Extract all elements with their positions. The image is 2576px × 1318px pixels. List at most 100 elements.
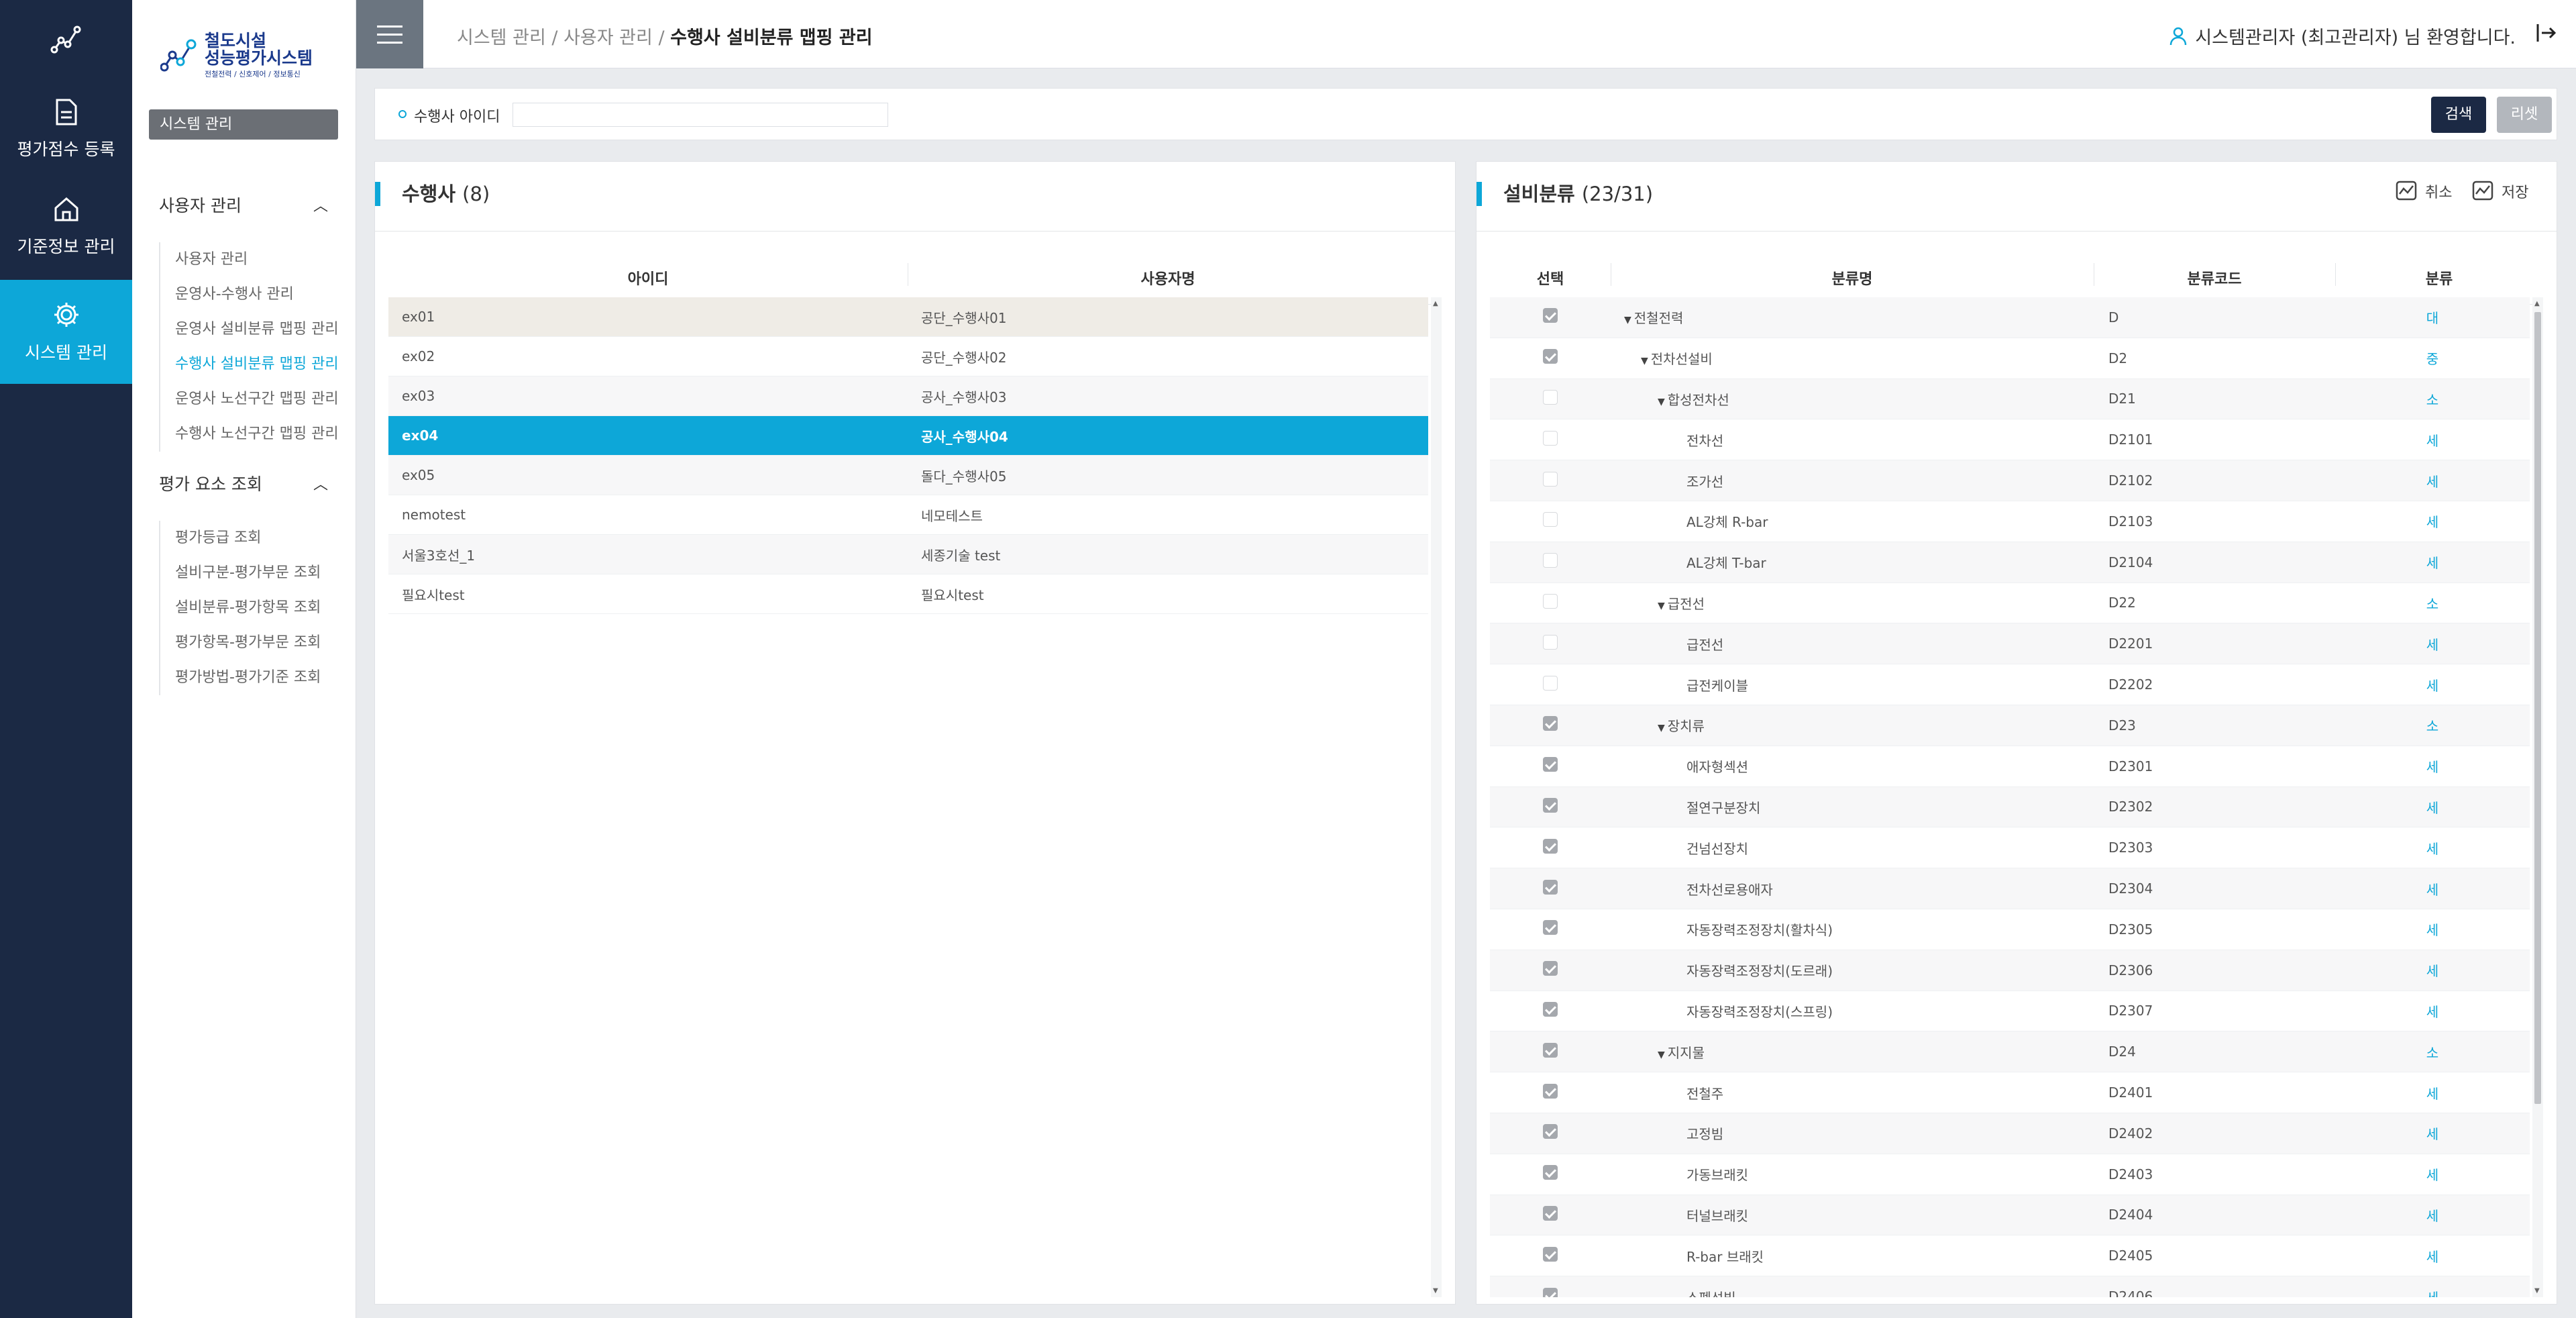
row-checkbox[interactable] [1543,675,1558,691]
tree-row[interactable]: 조가선 D2102 세 [1490,460,2530,501]
menu-section-eval[interactable]: 평가 요소 조회 ︿ [159,471,340,495]
row-checkbox[interactable] [1543,1001,1558,1017]
column-header-class[interactable]: 분류 [2335,262,2543,289]
menu-item[interactable]: 평가방법-평가기준 조회 [175,660,321,695]
logout-icon[interactable] [2536,23,2557,48]
row-checkbox[interactable] [1543,879,1558,895]
tree-row[interactable]: 자동장력조정장치(스프링) D2307 세 [1490,991,2530,1032]
menu-item[interactable]: 평가등급 조회 [175,521,321,556]
row-checkbox[interactable] [1543,797,1558,813]
row-checkbox[interactable] [1543,389,1558,405]
column-header-name[interactable]: 사용자명 [908,262,1428,289]
column-header-id[interactable]: 아이디 [388,267,908,289]
vertical-scrollbar[interactable]: ▲ ▼ [1431,297,1442,1297]
menu-item-active[interactable]: 수행사 설비분류 맵핑 관리 [175,347,339,382]
column-header-class-name[interactable]: 분류명 [1611,262,2094,289]
table-row[interactable]: 서울3호선_1 세종기술 test [388,535,1428,574]
row-checkbox[interactable] [1543,634,1558,650]
tree-row[interactable]: 자동장력조정장치(활차식) D2305 세 [1490,909,2530,950]
row-checkbox[interactable] [1543,757,1558,772]
tree-row[interactable]: 스펜선빔 D2406 세 [1490,1276,2530,1297]
tree-row[interactable]: ▼ 합성전차선 D21 소 [1490,378,2530,420]
table-row[interactable]: ex02 공단_수행사02 [388,337,1428,376]
tree-row[interactable]: ▼ 장치류 D23 소 [1490,705,2530,746]
tree-row[interactable]: 애자형섹션 D2301 세 [1490,746,2530,787]
tree-row[interactable]: 전차선로용애자 D2304 세 [1490,868,2530,909]
table-row[interactable]: 필요시test 필요시test [388,574,1428,614]
tree-row[interactable]: 건넘선장치 D2303 세 [1490,827,2530,869]
tree-row[interactable]: R-bar 브래킷 D2405 세 [1490,1235,2530,1277]
column-header-select[interactable]: 선택 [1490,267,1611,289]
menu-item[interactable]: 설비구분-평가부문 조회 [175,556,321,591]
row-checkbox[interactable] [1543,553,1558,568]
expand-triangle-icon[interactable]: ▼ [1658,1050,1665,1060]
row-checkbox[interactable] [1543,961,1558,976]
tree-row[interactable]: AL강체 T-bar D2104 세 [1490,542,2530,583]
expand-triangle-icon[interactable]: ▼ [1658,723,1665,733]
table-row[interactable]: ex01 공단_수행사01 [388,297,1428,337]
expand-triangle-icon[interactable]: ▼ [1658,397,1665,407]
menu-item[interactable]: 설비분류-평가항목 조회 [175,591,321,625]
row-checkbox[interactable] [1543,430,1558,446]
row-checkbox[interactable] [1543,593,1558,609]
tree-row[interactable]: 전철주 D2401 세 [1490,1072,2530,1113]
row-checkbox[interactable] [1543,1124,1558,1139]
tree-row[interactable]: 급전선 D2201 세 [1490,623,2530,665]
scrollbar-thumb[interactable] [2534,312,2541,1104]
row-checkbox[interactable] [1543,471,1558,487]
table-row-selected[interactable]: ex04 공사_수행사04 [388,416,1428,456]
row-checkbox[interactable] [1543,512,1558,527]
reset-button[interactable]: 리셋 [2497,97,2552,133]
tree-row[interactable]: ▼ 전차선설비 D2 중 [1490,338,2530,379]
menu-item[interactable]: 운영사-수행사 관리 [175,277,339,312]
menu-item[interactable]: 사용자 관리 [175,242,339,277]
tree-row[interactable]: AL강체 R-bar D2103 세 [1490,501,2530,542]
expand-triangle-icon[interactable]: ▼ [1641,356,1648,366]
row-checkbox[interactable] [1543,838,1558,854]
expand-triangle-icon[interactable]: ▼ [1658,601,1665,611]
breadcrumb-item[interactable]: 시스템 관리 [457,28,546,48]
row-checkbox[interactable] [1543,1042,1558,1058]
app-logo-icon[interactable] [0,0,132,77]
tree-row[interactable]: 급전케이블 D2202 세 [1490,664,2530,705]
table-row[interactable]: nemotest 네모테스트 [388,495,1428,535]
menu-section-user[interactable]: 사용자 관리 ︿ [159,193,340,217]
table-row[interactable]: ex03 공사_수행사03 [388,376,1428,416]
row-checkbox[interactable] [1543,1165,1558,1180]
tree-row[interactable]: ▼ 지지물 D24 소 [1490,1031,2530,1073]
search-button[interactable]: 검색 [2431,97,2486,133]
chevron-up-icon[interactable]: ︿ [313,472,328,494]
row-checkbox[interactable] [1543,1083,1558,1099]
menu-item[interactable]: 운영사 노선구간 맵핑 관리 [175,382,339,417]
tree-row[interactable]: 가동브래킷 D2403 세 [1490,1154,2530,1195]
row-checkbox[interactable] [1543,920,1558,935]
vertical-scrollbar[interactable]: ▲ ▼ [2532,297,2543,1297]
tree-row[interactable]: ▼ 급전선 D22 소 [1490,582,2530,624]
tree-row[interactable]: ▼ 전철전력 D 대 [1490,297,2530,338]
expand-triangle-icon[interactable]: ▼ [1624,315,1631,325]
row-checkbox[interactable] [1543,1205,1558,1221]
menu-item[interactable]: 수행사 노선구간 맵핑 관리 [175,417,339,452]
tree-row[interactable]: 전차선 D2101 세 [1490,419,2530,461]
row-checkbox[interactable] [1543,716,1558,731]
row-checkbox[interactable] [1543,349,1558,364]
column-header-class-code[interactable]: 분류코드 [2094,262,2335,289]
menu-item[interactable]: 평가항목-평가부문 조회 [175,625,321,660]
tree-row[interactable]: 터널브래킷 D2404 세 [1490,1195,2530,1236]
cancel-button[interactable]: 취소 [2396,181,2452,202]
hamburger-menu-icon[interactable] [356,0,423,68]
chevron-up-icon[interactable]: ︿ [313,194,328,215]
tree-row[interactable]: 절연구분장치 D2302 세 [1490,787,2530,828]
table-row[interactable]: ex05 돌다_수행사05 [388,456,1428,495]
row-checkbox[interactable] [1543,1287,1558,1297]
tree-row[interactable]: 자동장력조정장치(도르래) D2306 세 [1490,950,2530,991]
menu-item[interactable]: 운영사 설비분류 맵핑 관리 [175,312,339,347]
breadcrumb-item[interactable]: 사용자 관리 [564,28,653,48]
tree-row[interactable]: 고정빔 D2402 세 [1490,1113,2530,1154]
rail-item-base-info[interactable]: 기준정보 관리 [0,174,132,278]
rail-item-system[interactable]: 시스템 관리 [0,280,132,384]
save-button[interactable]: 저장 [2472,181,2528,202]
row-checkbox[interactable] [1543,1246,1558,1262]
brand-logo[interactable]: 철도시설 성능평가시스템 전철전력 / 신호제어 / 정보통신 [160,32,313,78]
row-checkbox[interactable] [1543,308,1558,323]
